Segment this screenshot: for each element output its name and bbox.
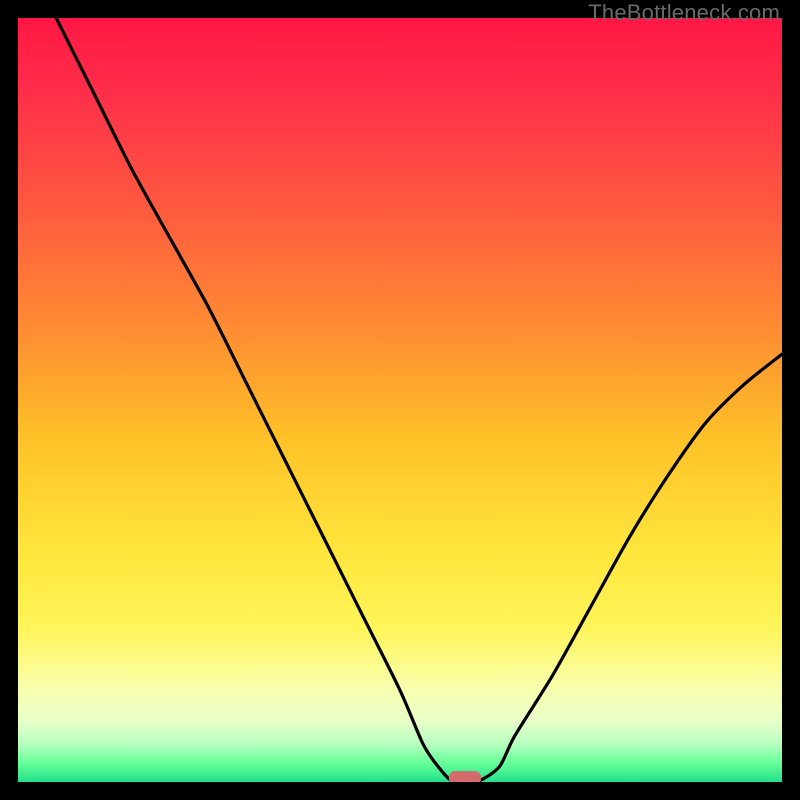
watermark-text: TheBottleneck.com xyxy=(588,0,780,26)
optimal-marker xyxy=(449,771,481,782)
gradient-background xyxy=(18,18,782,782)
chart-frame xyxy=(18,18,782,782)
chart-plot xyxy=(18,18,782,782)
